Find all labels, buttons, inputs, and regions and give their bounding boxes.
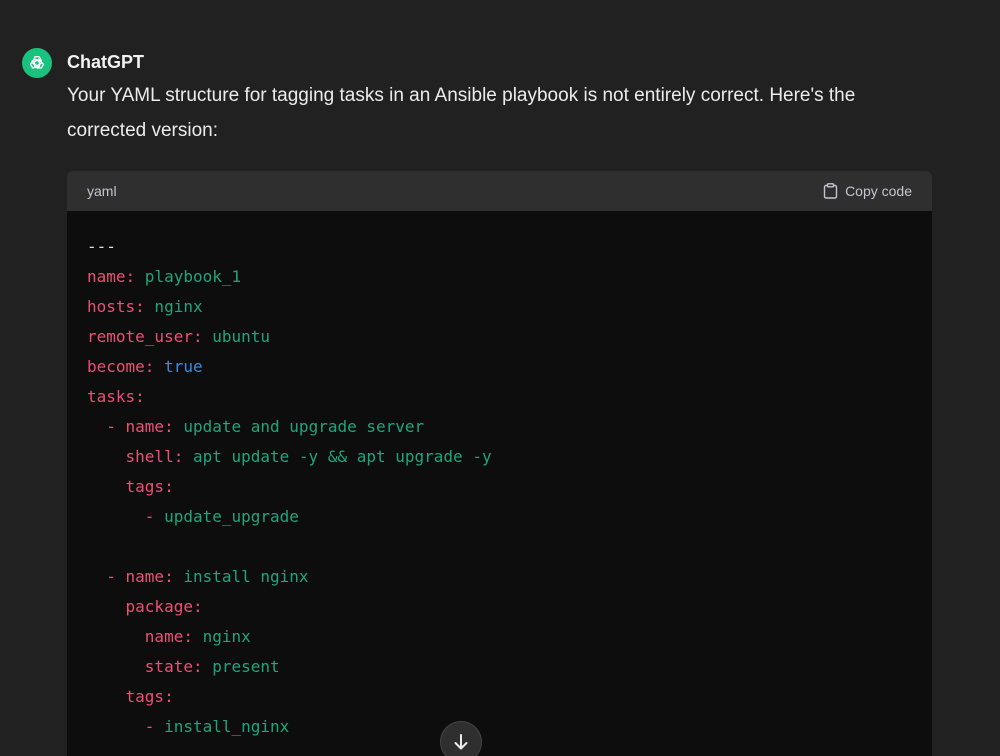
chatgpt-avatar — [22, 48, 52, 78]
code-line: - install_nginx — [87, 712, 912, 742]
code-line: name: playbook_1 — [87, 262, 912, 292]
code-line: hosts: nginx — [87, 292, 912, 322]
code-token: become: — [87, 357, 155, 376]
code-token: true — [164, 357, 203, 376]
code-token: update and upgrade server — [173, 417, 425, 436]
code-token: hosts: — [87, 297, 145, 316]
code-token: - — [87, 717, 165, 736]
code-token: install_nginx — [164, 717, 290, 736]
code-line: state: present — [87, 652, 912, 682]
openai-logo-icon — [29, 56, 45, 69]
arrow-down-icon — [454, 734, 468, 750]
code-language-label: yaml — [87, 183, 117, 199]
message-text: Your YAML structure for tagging tasks in… — [67, 85, 856, 141]
code-block: yaml Copy code --- name: playbook_1 hosts:… — [67, 171, 932, 756]
code-token: - — [87, 567, 126, 586]
code-token: tags: — [87, 477, 174, 496]
code-token: tasks: — [87, 387, 145, 406]
code-line: - update_upgrade — [87, 502, 912, 532]
code-token: update_upgrade — [164, 507, 299, 526]
scroll-to-bottom-button[interactable] — [440, 721, 482, 756]
code-line: --- — [87, 232, 912, 262]
code-line: tags: — [87, 682, 912, 712]
code-token: playbook_1 — [135, 267, 242, 286]
code-content: --- name: playbook_1 hosts: nginx remote_us… — [67, 211, 932, 742]
code-token: present — [202, 657, 280, 676]
code-token: remote_user: — [87, 327, 203, 346]
code-token: name: — [87, 267, 136, 286]
code-token: install nginx — [173, 567, 309, 586]
code-token: name: — [125, 567, 174, 586]
code-token: tags: — [87, 687, 174, 706]
code-token: - — [87, 417, 126, 436]
copy-code-button[interactable]: Copy code — [823, 183, 912, 199]
code-line: - name: update and upgrade server — [87, 412, 912, 442]
code-token: shell: — [87, 447, 184, 466]
code-header: yaml Copy code — [67, 171, 932, 211]
code-token: nginx — [192, 627, 251, 646]
code-line: tasks: — [87, 382, 912, 412]
code-token: - — [87, 507, 165, 526]
code-token: --- — [87, 237, 116, 256]
code-line: shell: apt update -y && apt upgrade -y — [87, 442, 912, 472]
code-line: package: — [87, 592, 912, 622]
code-line: tags: — [87, 472, 912, 502]
code-token: name: — [125, 417, 174, 436]
copy-code-label: Copy code — [845, 183, 912, 199]
code-token: nginx — [144, 297, 203, 316]
code-token: package: — [87, 597, 203, 616]
code-token: ubuntu — [202, 327, 271, 346]
assistant-message: ChatGPT Your YAML structure for tagging … — [0, 0, 1000, 756]
code-line: become: true — [87, 352, 912, 382]
message-author: ChatGPT — [67, 52, 145, 72]
code-token: state: — [87, 657, 203, 676]
clipboard-icon — [823, 183, 838, 199]
code-line: remote_user: ubuntu — [87, 322, 912, 352]
code-line: - name: install nginx — [87, 562, 912, 592]
code-line: name: nginx — [87, 622, 912, 652]
code-token: apt update -y && apt upgrade -y — [183, 447, 492, 466]
code-token: name: — [87, 627, 193, 646]
